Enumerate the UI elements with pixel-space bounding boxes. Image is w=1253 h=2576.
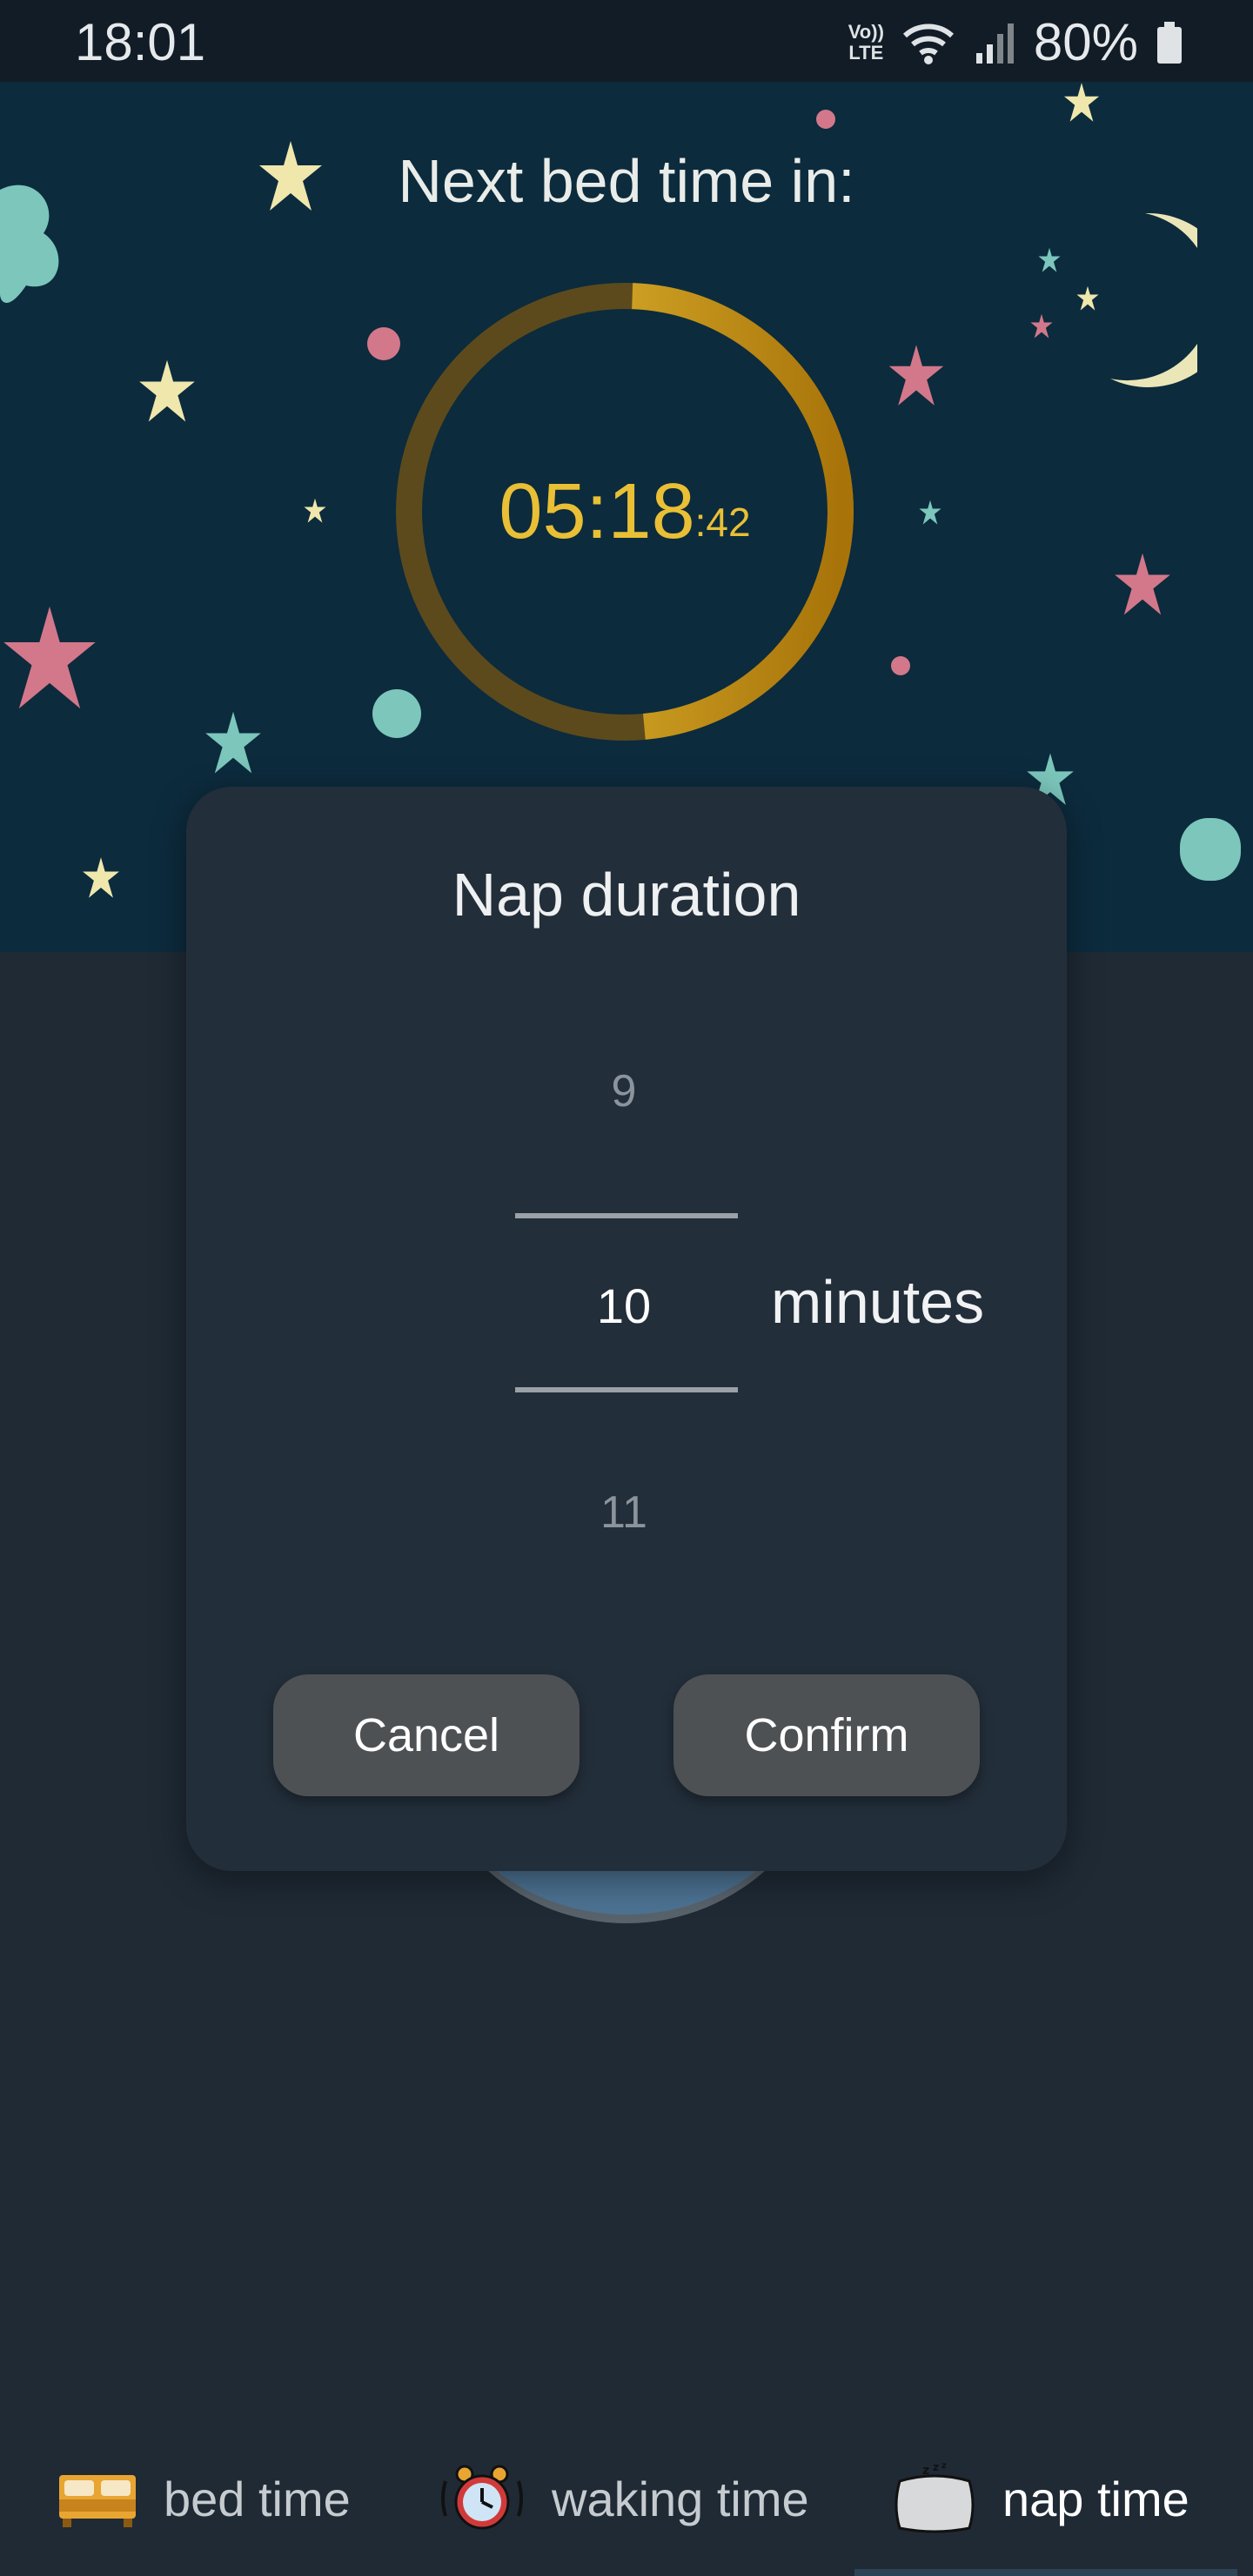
status-bar: 18:01 Vo)) LTE 80% — [0, 0, 1253, 82]
nap-duration-dialog: Nap duration 9 10 11 minutes Cancel Conf… — [186, 787, 1067, 1871]
countdown-time: 05:18:42 — [392, 278, 858, 745]
star-icon — [1115, 553, 1170, 615]
volte-top-text: Vo)) — [848, 20, 884, 43]
star-icon — [1063, 83, 1100, 122]
active-tab-indicator — [854, 2569, 1237, 2576]
star-icon — [1076, 285, 1099, 311]
dot-decoration — [1180, 818, 1241, 881]
picker-unit-label: minutes — [771, 1268, 985, 1336]
confirm-button[interactable]: Confirm — [673, 1674, 980, 1796]
volte-icon: Vo)) LTE — [848, 20, 884, 64]
status-time: 18:01 — [75, 13, 206, 71]
dialog-title: Nap duration — [452, 861, 801, 929]
dot-decoration — [816, 110, 835, 129]
signal-icon — [975, 23, 1014, 64]
star-icon — [139, 359, 195, 422]
nav-label-waking-time: waking time — [552, 2471, 809, 2526]
wifi-icon — [902, 23, 954, 64]
bottom-navigation: bed time waking time z z z nap time — [0, 2419, 1253, 2576]
nav-item-waking-time[interactable]: waking time — [439, 2451, 809, 2546]
star-icon — [205, 711, 261, 774]
volte-bottom-text: LTE — [848, 41, 884, 64]
cancel-button[interactable]: Cancel — [273, 1674, 580, 1796]
moon-icon — [1110, 212, 1197, 387]
battery-percent: 80% — [1033, 13, 1138, 71]
picker-divider-top — [515, 1213, 738, 1218]
status-icons: Vo)) LTE 80% — [848, 12, 1183, 72]
picker-current-value[interactable]: 10 — [515, 1278, 733, 1334]
countdown-time-main: 05:18 — [499, 467, 695, 555]
countdown-time-seconds: :42 — [694, 500, 751, 545]
bed-icon — [59, 2475, 136, 2527]
countdown-ring: 05:18:42 — [392, 278, 858, 745]
nav-item-bed-time[interactable]: bed time — [57, 2451, 351, 2546]
svg-text:z: z — [922, 2464, 929, 2478]
alarm-clock-icon — [441, 2465, 523, 2530]
picker-divider-bottom — [515, 1387, 738, 1392]
star-icon — [1038, 247, 1061, 272]
nav-label-nap-time: nap time — [1002, 2471, 1189, 2526]
star-icon — [3, 606, 96, 709]
svg-text:z: z — [941, 2462, 947, 2471]
nav-item-nap-time[interactable]: z z z nap time — [893, 2451, 1189, 2546]
pillow-icon: z z z — [895, 2462, 975, 2533]
star-icon — [304, 498, 326, 523]
svg-text:z: z — [933, 2462, 939, 2473]
star-icon — [919, 500, 941, 525]
star-icon — [1030, 313, 1053, 339]
star-icon — [888, 345, 944, 406]
picker-previous-value[interactable]: 9 — [515, 1065, 733, 1117]
countdown-title: Next bed time in: — [398, 147, 855, 215]
battery-icon — [1157, 21, 1182, 64]
picker-next-value[interactable]: 11 — [515, 1486, 733, 1539]
nav-label-bed-time: bed time — [164, 2471, 351, 2526]
star-icon — [83, 857, 119, 898]
dot-decoration — [891, 656, 910, 675]
